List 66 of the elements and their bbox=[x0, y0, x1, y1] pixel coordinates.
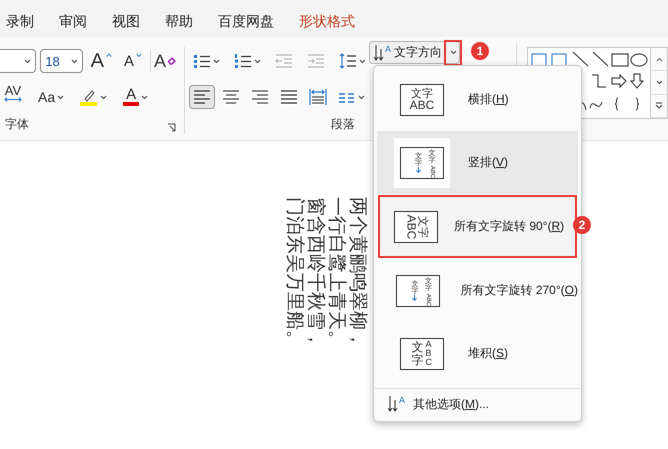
decrease-indent-icon bbox=[274, 53, 293, 69]
dialog-launcher-icon[interactable] bbox=[167, 123, 176, 132]
caret-icon bbox=[100, 94, 108, 100]
align-right-icon bbox=[250, 89, 269, 105]
shrink-font-button[interactable]: A bbox=[120, 49, 146, 73]
caret-icon bbox=[141, 94, 148, 100]
numbered-list-icon bbox=[234, 53, 252, 69]
callout-badge: 1 bbox=[471, 42, 489, 60]
ribbon-tab[interactable]: 百度网盘 bbox=[216, 12, 283, 30]
poem-line: 门泊东吴万里船。 bbox=[284, 197, 305, 349]
grow-font-button[interactable]: A bbox=[86, 49, 116, 73]
down-arrow-icon bbox=[412, 294, 418, 300]
ribbon-tab[interactable]: 帮助 bbox=[163, 12, 202, 30]
more-shapes-button[interactable] bbox=[651, 94, 668, 118]
poem-line: 两个黄鹂鸣翠柳， bbox=[347, 197, 368, 349]
clear-format-button[interactable]: A bbox=[150, 49, 180, 73]
justify-icon bbox=[280, 89, 298, 105]
caret-icon bbox=[70, 58, 78, 64]
preview-text: ABC bbox=[405, 214, 416, 239]
align-left-button[interactable] bbox=[188, 85, 215, 109]
font-color-button[interactable]: A bbox=[119, 85, 152, 109]
group-label: 段落 bbox=[330, 116, 355, 133]
caret-icon bbox=[450, 50, 456, 55]
bullet-list-icon bbox=[192, 53, 211, 69]
caret-icon bbox=[24, 58, 32, 64]
preview-text: 文字 bbox=[412, 340, 424, 366]
font-size-field[interactable]: 18 bbox=[40, 49, 83, 73]
distributed-icon bbox=[308, 88, 327, 106]
poem-line: 一行白鹭上青天。 bbox=[326, 197, 347, 349]
change-case-button[interactable]: Aa bbox=[34, 85, 68, 109]
up-caret-icon bbox=[656, 56, 663, 62]
more-icon bbox=[655, 102, 664, 110]
caret-icon bbox=[57, 94, 64, 100]
more-options-item[interactable]: A 其他选项(M)... bbox=[374, 388, 581, 419]
up-caret-icon bbox=[106, 53, 112, 57]
callout-badge: 2 bbox=[573, 216, 591, 234]
ribbon-tab[interactable]: 形状格式 bbox=[297, 12, 364, 30]
caret-icon bbox=[254, 58, 261, 64]
ribbon-tab[interactable]: 视图 bbox=[110, 12, 149, 30]
preview-text: ABC bbox=[410, 100, 434, 110]
caret-icon bbox=[212, 58, 220, 64]
menu-item[interactable]: 文字 ABC 横排(H) bbox=[377, 68, 578, 131]
preview-text: 文字 bbox=[416, 216, 427, 238]
down-caret-icon bbox=[136, 53, 142, 57]
down-arrow-icon bbox=[416, 166, 421, 172]
highlighter-icon bbox=[80, 88, 98, 106]
caret-icon bbox=[358, 58, 366, 64]
preview-text: 文字 bbox=[411, 88, 433, 100]
down-caret-icon bbox=[656, 80, 663, 85]
character-spacing-button[interactable]: AV bbox=[0, 84, 26, 110]
align-center-icon bbox=[222, 89, 240, 105]
poem-line: 窗含西岭千秋雪， bbox=[305, 197, 326, 349]
ribbon-tab[interactable]: 审阅 bbox=[57, 12, 96, 30]
line-spacing-icon bbox=[338, 53, 357, 69]
double-arrow-icon bbox=[4, 97, 22, 102]
align-left-icon bbox=[192, 89, 211, 105]
font-name-field[interactable] bbox=[0, 49, 36, 73]
group-label: 字体 bbox=[5, 116, 29, 133]
menu-item[interactable]: 文字 ABC 所有文字旋转 90°(R) bbox=[378, 195, 577, 258]
color-bar-icon bbox=[123, 102, 140, 106]
caret-icon bbox=[358, 94, 365, 100]
eraser-icon bbox=[168, 57, 176, 65]
ribbon-tab[interactable]: 录制 bbox=[4, 12, 43, 30]
preview-text: ABC bbox=[426, 340, 432, 367]
increase-indent-icon bbox=[306, 53, 325, 69]
font-size-value: 18 bbox=[45, 54, 60, 68]
